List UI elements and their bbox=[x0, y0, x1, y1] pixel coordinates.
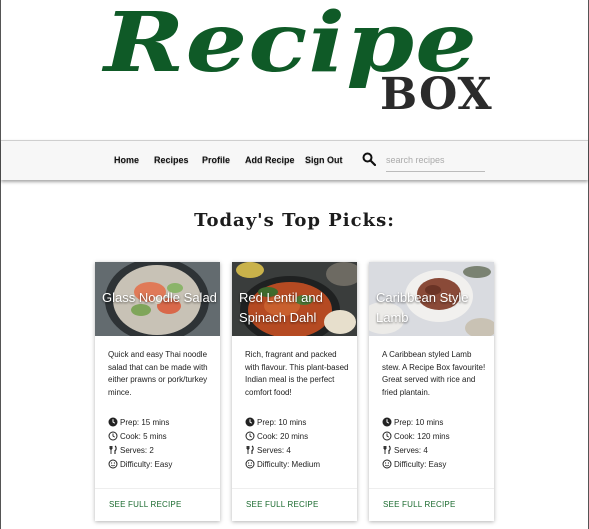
prep-time: Prep: 10 mins bbox=[245, 415, 353, 429]
clock-outline-icon bbox=[108, 431, 118, 441]
smiley-icon bbox=[108, 459, 118, 469]
difficulty: Difficulty: Easy bbox=[382, 457, 490, 471]
cook-time: Cook: 5 mins bbox=[108, 429, 216, 443]
prep-time: Prep: 15 mins bbox=[108, 415, 216, 429]
clock-outline-icon bbox=[382, 431, 392, 441]
recipe-image[interactable]: Red Lentil and Spinach Dahl bbox=[232, 262, 357, 336]
utensils-icon bbox=[246, 445, 254, 454]
recipe-description: Rich, fragrant and packed with flavour. … bbox=[245, 350, 349, 397]
cook-time: Cook: 20 mins bbox=[245, 429, 353, 443]
nav-recipes[interactable]: Recipes bbox=[154, 155, 189, 165]
site-logo[interactable]: Recipe BOX bbox=[0, 0, 589, 140]
search-icon[interactable] bbox=[362, 152, 376, 166]
serves: Serves: 4 bbox=[382, 443, 490, 457]
recipe-title: Red Lentil and Spinach Dahl bbox=[239, 290, 323, 325]
recipe-description: Quick and easy Thai noodle salad that ca… bbox=[108, 350, 208, 397]
cook-label: Cook: 120 mins bbox=[394, 431, 450, 441]
prep-label: Prep: 10 mins bbox=[257, 417, 307, 427]
see-full-recipe-link[interactable]: SEE FULL RECIPE bbox=[246, 500, 319, 509]
recipe-meta: Prep: 15 mins Cook: 5 mins Serves: 2 Dif… bbox=[108, 415, 216, 471]
cook-label: Cook: 20 mins bbox=[257, 431, 309, 441]
recipe-image[interactable]: Caribbean Style Lamb bbox=[369, 262, 494, 336]
clock-outline-icon bbox=[245, 431, 255, 441]
logo-box-text: BOX bbox=[380, 69, 493, 120]
card-actions: SEE FULL RECIPE bbox=[369, 488, 494, 521]
recipe-card: Red Lentil and Spinach Dahl Rich, fragra… bbox=[232, 262, 357, 521]
difficulty-label: Difficulty: Easy bbox=[120, 459, 173, 469]
difficulty-label: Difficulty: Medium bbox=[257, 459, 320, 469]
prep-label: Prep: 15 mins bbox=[120, 417, 170, 427]
difficulty: Difficulty: Medium bbox=[245, 457, 353, 471]
serves: Serves: 2 bbox=[108, 443, 216, 457]
navbar: Home Recipes Profile Add Recipe Sign Out bbox=[1, 140, 588, 180]
serves: Serves: 4 bbox=[245, 443, 353, 457]
clock-filled-icon bbox=[382, 417, 392, 427]
recipe-card: Glass Noodle Salad Quick and easy Thai n… bbox=[95, 262, 220, 521]
recipe-card: Caribbean Style Lamb A Caribbean styled … bbox=[369, 262, 494, 521]
serves-label: Serves: 4 bbox=[394, 445, 428, 455]
recipe-description: A Caribbean styled Lamb stew. A Recipe B… bbox=[382, 350, 486, 397]
recipe-title: Caribbean Style Lamb bbox=[376, 290, 469, 325]
nav-home[interactable]: Home bbox=[114, 155, 139, 165]
utensils-icon bbox=[109, 445, 117, 454]
serves-label: Serves: 2 bbox=[120, 445, 154, 455]
recipe-meta: Prep: 10 mins Cook: 20 mins Serves: 4 Di… bbox=[245, 415, 353, 471]
card-actions: SEE FULL RECIPE bbox=[95, 488, 220, 521]
nav-add-recipe[interactable]: Add Recipe bbox=[245, 155, 295, 165]
clock-filled-icon bbox=[108, 417, 118, 427]
page-heading: Today's Top Picks: bbox=[194, 210, 395, 231]
card-actions: SEE FULL RECIPE bbox=[232, 488, 357, 521]
recipe-meta: Prep: 10 mins Cook: 120 mins Serves: 4 D… bbox=[382, 415, 490, 471]
cook-label: Cook: 5 mins bbox=[120, 431, 167, 441]
difficulty: Difficulty: Easy bbox=[108, 457, 216, 471]
smiley-icon bbox=[245, 459, 255, 469]
recipe-title: Glass Noodle Salad bbox=[102, 290, 217, 305]
difficulty-label: Difficulty: Easy bbox=[394, 459, 447, 469]
see-full-recipe-link[interactable]: SEE FULL RECIPE bbox=[383, 500, 456, 509]
cook-time: Cook: 120 mins bbox=[382, 429, 490, 443]
utensils-icon bbox=[383, 445, 391, 454]
recipe-image[interactable]: Glass Noodle Salad bbox=[95, 262, 220, 336]
see-full-recipe-link[interactable]: SEE FULL RECIPE bbox=[109, 500, 182, 509]
prep-time: Prep: 10 mins bbox=[382, 415, 490, 429]
search-input[interactable] bbox=[386, 149, 485, 172]
nav-sign-out[interactable]: Sign Out bbox=[305, 155, 343, 165]
serves-label: Serves: 4 bbox=[257, 445, 291, 455]
smiley-icon bbox=[382, 459, 392, 469]
nav-profile[interactable]: Profile bbox=[202, 155, 230, 165]
clock-filled-icon bbox=[245, 417, 255, 427]
prep-label: Prep: 10 mins bbox=[394, 417, 444, 427]
